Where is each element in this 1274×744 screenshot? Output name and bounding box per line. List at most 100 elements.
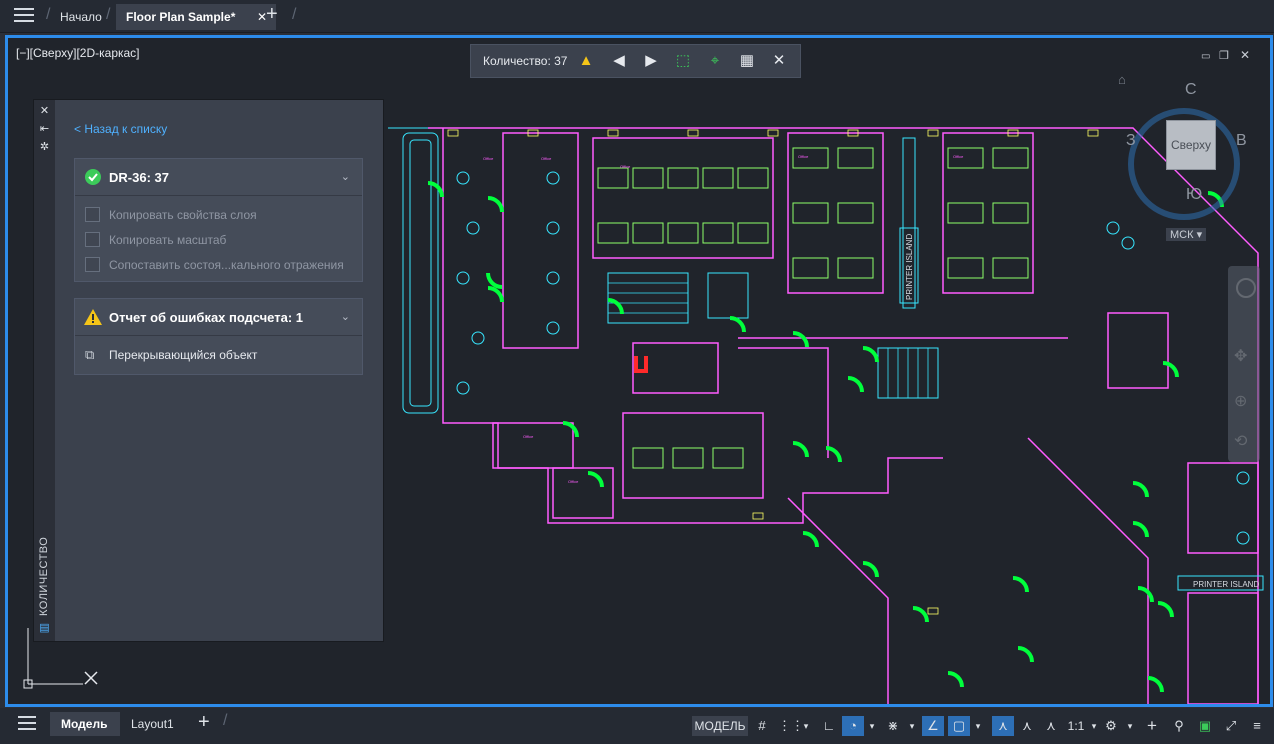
tab-layout1[interactable]: Layout1 [131,717,174,731]
plan-room-tag: Office [541,156,552,161]
plan-wall [738,347,829,458]
plan-desk [632,447,664,469]
object-snap-tracking-icon[interactable]: ∠ [922,716,944,736]
steering-wheel-icon[interactable] [1236,278,1256,298]
plan-room [592,137,774,259]
door-symbol [1147,676,1164,693]
door-symbol [1017,646,1034,663]
plan-desk [737,222,769,244]
plan-chair [546,321,560,335]
plan-chair [466,221,480,235]
option-match-mirror[interactable]: Сопоставить состоя...кального отражения [75,252,362,277]
door-symbol [792,441,809,458]
plan-room [622,412,764,499]
plan-desk [702,167,734,189]
collapse-chevron-icon[interactable]: ⌄ [341,310,350,323]
annotation-scale-icon[interactable]: ⋏ [1040,716,1062,736]
warning-icon[interactable]: ▲ [577,52,595,70]
object-snap-icon[interactable]: ▢ [948,716,970,736]
compass-south[interactable]: Ю [1186,186,1202,204]
close-viewport-icon[interactable]: ✕ [1240,48,1250,62]
minimize-viewport-icon[interactable]: ▭ [1201,51,1210,62]
tab-floor-plan-label: Floor Plan Sample* [126,10,236,24]
overlapping-object-label: Перекрывающийся объект [109,348,258,362]
isolate-objects-icon[interactable]: ⚲ [1168,716,1190,736]
zoom-to-object-icon[interactable]: ⬚ [674,52,692,70]
viewcube[interactable]: ⌂ С Ю З В Сверху МСК ▾ [1116,68,1266,243]
hardware-acceleration-icon[interactable]: ▣ [1194,716,1216,736]
annotation-visibility-icon[interactable]: ⋏ [992,716,1014,736]
close-palette-icon[interactable]: ✕ [39,106,50,117]
polar-dropdown-icon[interactable]: ▾ [866,716,878,736]
ucs-menu[interactable]: МСК ▾ [1166,228,1207,241]
plan-stair [607,272,689,324]
isometric-icon[interactable]: ⋇ [882,716,904,736]
plan-desk [632,167,664,189]
door-symbol [607,298,624,315]
home-view-icon[interactable]: ⌂ [1118,72,1126,87]
plan-desk [632,222,664,244]
new-tab-button[interactable]: + [266,3,278,26]
fullscreen-icon[interactable]: ⤢ [1220,716,1242,736]
grid-icon[interactable]: # [752,716,772,736]
checkbox[interactable] [85,207,100,222]
restore-viewport-icon[interactable]: ❐ [1219,49,1229,62]
app-menu-button[interactable] [14,8,34,24]
overlapping-object-item[interactable]: ⧉ Перекрывающийся объект [75,336,362,374]
error-door-symbol [634,356,648,373]
viewcube-top-face[interactable]: Сверху [1166,120,1216,170]
door-symbol [792,331,809,348]
workspace-gear-icon[interactable]: ⚙ [1100,716,1122,736]
error-report-header[interactable]: Отчет об ошибках подсчета: 1 ⌄ [75,299,362,336]
checkbox[interactable] [85,232,100,247]
compass-west[interactable]: З [1126,132,1136,150]
previous-arrow-icon[interactable]: ◀ [610,52,628,70]
orbit-icon[interactable]: ⟲ [1234,431,1247,451]
workspace-dropdown-icon[interactable]: ▾ [1124,716,1136,736]
auto-scale-icon[interactable]: ⋏ [1016,716,1038,736]
plan-room [502,132,579,349]
plan-window [927,129,939,137]
customize-icon[interactable]: ≡ [1246,716,1268,736]
collapse-chevron-icon[interactable]: ⌄ [341,170,350,183]
object-snap-dropdown-icon[interactable]: ▾ [972,716,984,736]
palette-title: КОЛИЧЕСТВО [38,536,50,616]
find-object-icon[interactable]: ⌖ [706,52,724,70]
plan-desk [597,167,629,189]
polar-tracking-icon[interactable]: ◔ [842,716,864,736]
option-copy-layer[interactable]: Копировать свойства слоя [75,202,362,227]
checkbox[interactable] [85,257,100,272]
model-space-toggle[interactable]: МОДЕЛЬ [692,716,748,736]
zoom-icon[interactable]: ⊕ [1234,391,1247,411]
layout-menu-button[interactable] [18,716,36,730]
annotation-scale-value[interactable]: 1:1 [1064,716,1088,736]
compass-north[interactable]: С [1185,81,1197,99]
back-to-list-link[interactable]: < Назад к списку [74,122,167,136]
tab-floor-plan[interactable]: Floor Plan Sample* ✕ [116,4,276,30]
tab-home[interactable]: Начало [60,4,102,30]
next-arrow-icon[interactable]: ▶ [642,52,660,70]
plan-room [1187,462,1259,554]
close-count-icon[interactable]: ✕ [770,52,788,70]
palette-title-strip[interactable]: ✕ ⇤ ✲ КОЛИЧЕСТВО ▤ [34,100,55,641]
tab-model[interactable]: Модель [50,712,120,736]
scale-dropdown-icon[interactable]: ▾ [1088,716,1100,736]
add-icon[interactable]: + [1142,716,1162,736]
option-copy-scale[interactable]: Копировать масштаб [75,227,362,252]
insert-table-icon[interactable]: ▦ [738,52,756,70]
snap-dropdown-icon[interactable]: ▾ [800,716,812,736]
plan-desk [947,257,984,279]
door-symbol [1012,576,1029,593]
navigation-bar[interactable]: ✥ ⊕ ⟲ [1228,266,1260,462]
plan-desk [597,222,629,244]
pan-icon[interactable]: ✥ [1234,346,1247,366]
ortho-icon[interactable]: ∟ [818,716,840,736]
snap-icon[interactable]: ⋮⋮ [778,716,804,736]
autohide-icon[interactable]: ⇤ [39,124,50,135]
compass-east[interactable]: В [1236,132,1247,150]
block-count-header[interactable]: DR-36: 37 ⌄ [75,159,362,196]
isometric-dropdown-icon[interactable]: ▾ [906,716,918,736]
palette-settings-icon[interactable]: ✲ [39,142,50,153]
new-layout-button[interactable]: + [198,711,210,734]
plan-wall [1027,437,1149,704]
